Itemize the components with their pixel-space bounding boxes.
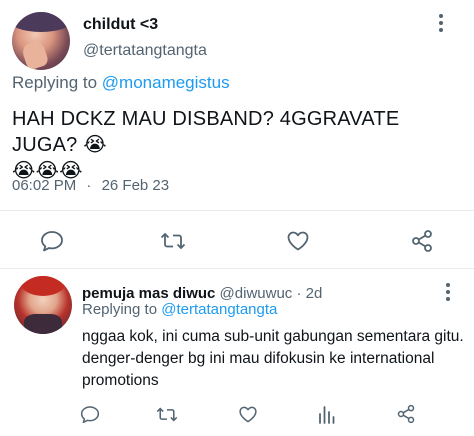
reply-tweet[interactable]: pemuja mas diwuc @diwuwuc · 2d Replying … bbox=[0, 269, 474, 436]
divider bbox=[0, 210, 474, 211]
more-vertical-icon[interactable] bbox=[446, 283, 450, 301]
share-icon[interactable] bbox=[410, 229, 434, 253]
reply-actions bbox=[0, 401, 474, 431]
meta-separator: · bbox=[296, 285, 302, 302]
reply-author-line: pemuja mas diwuc @diwuwuc · 2d bbox=[82, 285, 322, 302]
avatar[interactable] bbox=[14, 276, 72, 334]
comment-icon[interactable] bbox=[80, 405, 100, 424]
avatar-cap-shape bbox=[20, 276, 66, 296]
heart-icon[interactable] bbox=[238, 405, 258, 424]
avatar-hair-shape bbox=[12, 12, 70, 32]
avatar-hand-shape bbox=[20, 39, 50, 70]
reply-author-name[interactable]: pemuja mas diwuc bbox=[82, 285, 215, 302]
replying-to-link[interactable]: @monamegistus bbox=[102, 73, 230, 92]
replying-to: Replying to @monamegistus bbox=[12, 73, 230, 93]
share-icon[interactable] bbox=[396, 404, 416, 424]
replying-to: Replying to @tertatangtangta bbox=[82, 301, 277, 318]
avatar-body-shape bbox=[24, 314, 62, 334]
tweet-text-line: HAH DCKZ MAU DISBAND? 4GGRAVATE JUGA? 😭 bbox=[12, 108, 400, 156]
comment-icon[interactable] bbox=[40, 230, 64, 252]
meta-separator: · bbox=[86, 177, 92, 194]
retweet-icon[interactable] bbox=[160, 230, 186, 252]
reply-age[interactable]: 2d bbox=[306, 285, 323, 302]
avatar[interactable] bbox=[12, 12, 70, 70]
author-name[interactable]: childut <3 bbox=[83, 16, 158, 34]
tweet-actions bbox=[0, 223, 474, 259]
reply-text: nggaa kok, ini cuma sub-unit gabungan se… bbox=[82, 328, 464, 389]
author-handle[interactable]: @tertatangtangta bbox=[83, 42, 207, 60]
tweet-date: 26 Feb 23 bbox=[101, 177, 170, 194]
retweet-icon[interactable] bbox=[156, 405, 178, 424]
reply-author-handle[interactable]: @diwuwuc bbox=[220, 285, 293, 302]
more-vertical-icon[interactable] bbox=[438, 14, 444, 32]
tweet-timestamp[interactable]: 06:02 PM · 26 Feb 23 bbox=[12, 177, 169, 194]
heart-icon[interactable] bbox=[286, 230, 310, 252]
replying-to-label: Replying to bbox=[82, 301, 162, 318]
analytics-icon[interactable] bbox=[318, 405, 336, 424]
tweet-text: HAH DCKZ MAU DISBAND? 4GGRAVATE JUGA? 😭 … bbox=[12, 106, 470, 184]
replying-to-label: Replying to bbox=[12, 73, 102, 92]
replying-to-link[interactable]: @tertatangtangta bbox=[161, 301, 277, 318]
tweet-time: 06:02 PM bbox=[12, 177, 77, 194]
